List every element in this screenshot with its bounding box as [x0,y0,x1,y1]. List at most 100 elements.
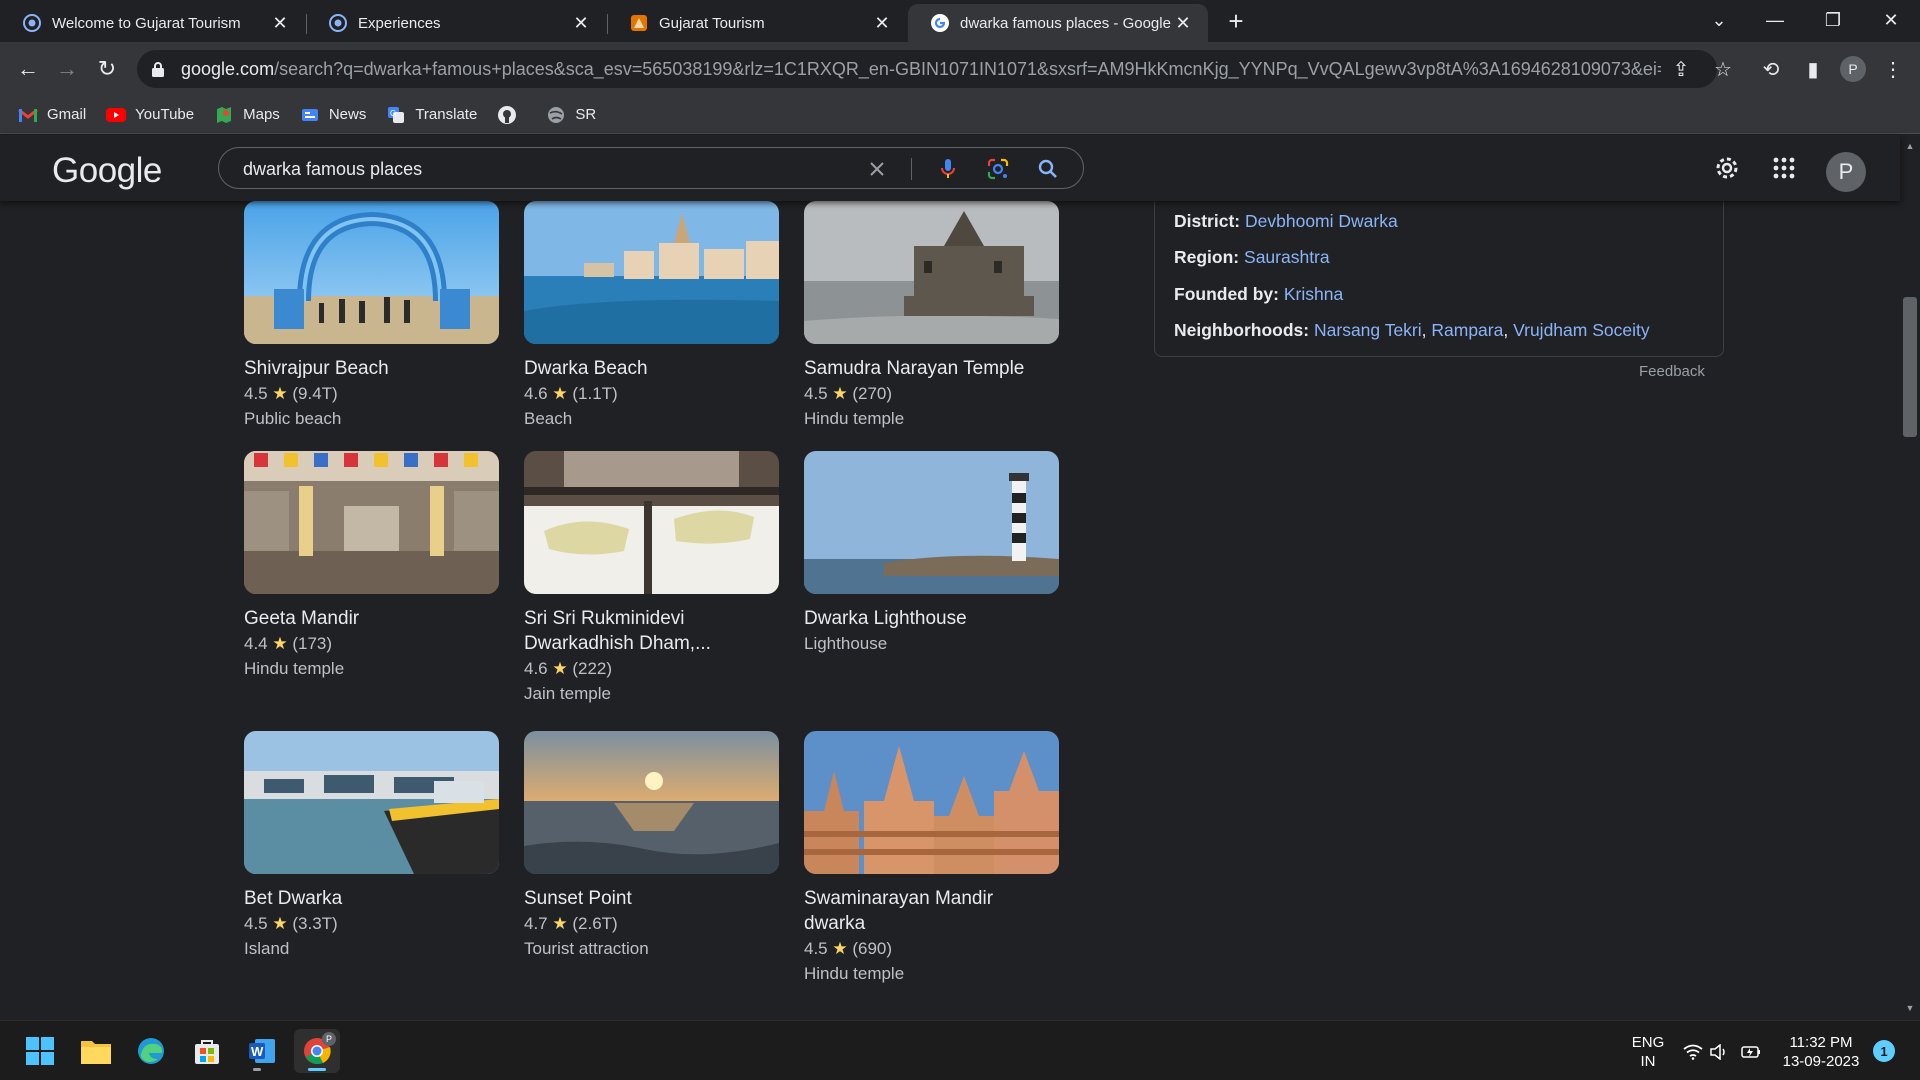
bookmark-star-icon[interactable]: ☆ [1708,54,1738,84]
place-card-sunset-point[interactable]: Sunset Point 4.7 ★ (2.6T) Tourist attrac… [524,731,779,961]
tab-google-search[interactable]: dwarka famous places - Google S ✕ [908,4,1208,42]
microsoft-store-icon[interactable] [184,1029,230,1073]
tab-search-chevron-icon[interactable]: ⌄ [1690,0,1748,40]
close-icon[interactable]: ✕ [570,12,592,34]
minimize-icon[interactable]: — [1746,0,1804,40]
kp-link-krishna[interactable]: Krishna [1284,284,1343,304]
running-indicator [253,1068,261,1071]
address-bar[interactable]: google.com/search?q=dwarka+famous+places… [137,50,1717,88]
search-input[interactable] [243,158,843,180]
apps-grid-icon[interactable] [1768,152,1800,184]
star-icon: ★ [272,914,288,933]
google-lens-icon[interactable] [985,156,1011,182]
tab-experiences[interactable]: Experiences ✕ [306,4,606,42]
search-divider [911,158,912,180]
place-rating: 4.5 ★ (3.3T) [244,911,499,936]
tab-gujarat-tourism[interactable]: Gujarat Tourism ✕ [607,4,907,42]
menu-dots-icon[interactable]: ⋮ [1878,54,1908,84]
search-icon[interactable] [1035,156,1061,182]
kp-link-narsang-tekri[interactable]: Narsang Tekri [1314,320,1422,340]
microphone-icon[interactable] [935,156,961,182]
bookmark-gmail[interactable]: Gmail [18,105,86,125]
place-photo-rukminidevi-dwarkadhish-dham [524,451,779,594]
kp-link-saurashtra[interactable]: Saurashtra [1244,247,1330,267]
kp-link-vrujdham-soceity[interactable]: Vrujdham Soceity [1513,320,1650,340]
rating-value: 4.6 [524,384,548,403]
place-card-dwarka-beach[interactable]: Dwarka Beach 4.6 ★ (1.1T) Beach [524,201,779,431]
feedback-link[interactable]: Feedback [1639,363,1705,380]
lock-icon [152,62,164,77]
bookmark-youtube[interactable]: YouTube [106,105,194,125]
clock[interactable]: 11:32 PM 13-09-2023 [1778,1033,1864,1071]
google-account-avatar[interactable]: P [1826,152,1866,192]
restore-icon[interactable]: ❐ [1804,0,1862,40]
page-scrollbar[interactable]: ▲ ▼ [1900,135,1920,1020]
battery-charging-icon[interactable] [1740,1041,1762,1063]
file-explorer-icon[interactable] [73,1029,119,1073]
tab-welcome-to-gujarat-tourism[interactable]: Welcome to Gujarat Tourism ✕ [0,4,305,42]
extensions-icon[interactable]: ⟲ [1756,54,1786,84]
new-tab-button[interactable]: + [1222,8,1250,36]
bookmark-news[interactable]: News [300,105,366,125]
place-photo-dwarka-beach [524,201,779,344]
close-window-icon[interactable]: ✕ [1862,0,1920,40]
edge-browser-icon[interactable] [128,1029,174,1073]
notification-badge[interactable]: 1 [1873,1040,1895,1062]
place-type: Hindu temple [804,964,905,983]
place-photo-shivrajpur-beach [244,201,499,344]
profile-avatar[interactable]: P [1840,56,1866,82]
close-icon[interactable]: ✕ [269,12,291,34]
scroll-up-arrow-icon[interactable]: ▲ [1905,141,1915,151]
chrome-browser-icon[interactable]: P [294,1029,340,1073]
place-name: Sri Sri Rukminidevi Dwarkadhish Dham,... [524,608,711,654]
windows-start-icon[interactable] [17,1029,63,1073]
close-icon[interactable]: ✕ [1172,12,1194,34]
svg-text:G: G [390,109,396,118]
windows-taskbar: W P ENG IN 11:32 PM 13-09-2023 1 [0,1020,1920,1080]
reload-icon[interactable]: ↻ [91,53,123,85]
search-box[interactable] [218,147,1084,189]
close-icon[interactable]: ✕ [871,12,893,34]
gmail-icon [18,105,38,125]
rating-value: 4.4 [244,634,268,653]
github-icon [497,105,517,125]
clock-time: 11:32 PM [1789,1034,1853,1051]
google-logo[interactable]: Google [52,151,162,191]
microsoft-word-icon[interactable]: W [239,1029,285,1073]
review-count: (3.3T) [292,914,338,933]
review-count: (2.6T) [572,914,618,933]
wifi-icon[interactable] [1682,1041,1704,1063]
scroll-down-arrow-icon[interactable]: ▼ [1905,1003,1915,1013]
bookmark-label: Maps [243,106,280,123]
bookmark-github[interactable] [497,105,526,125]
star-icon: ★ [552,384,568,403]
bookmark-maps[interactable]: Maps [214,105,280,125]
volume-icon[interactable] [1708,1041,1730,1063]
language-indicator[interactable]: ENG IN [1628,1033,1668,1071]
bookmark-translate[interactable]: G Translate [386,105,477,125]
place-name: Dwarka Beach [524,358,648,379]
kp-row-district: District: Devbhoomi Dwarka [1174,211,1398,232]
place-card-swaminarayan-mandir[interactable]: Swaminarayan Mandir dwarka 4.5 ★ (690) H… [804,731,1059,986]
place-card-bet-dwarka[interactable]: Bet Dwarka 4.5 ★ (3.3T) Island [244,731,499,961]
bookmarks-bar: Gmail YouTube Maps News G Translate SR [0,96,1920,134]
side-panel-icon[interactable]: ▮ [1798,54,1828,84]
bookmark-sr[interactable]: SR [546,105,596,125]
kp-link-devbhoomi-dwarka[interactable]: Devbhoomi Dwarka [1245,211,1398,231]
chrome-profile-badge: P [322,1032,336,1046]
scrollbar-thumb[interactable] [1903,297,1917,437]
tab-title: Welcome to Gujarat Tourism [52,14,241,32]
settings-gear-icon[interactable] [1711,152,1743,184]
share-icon[interactable]: ⇪ [1666,54,1696,84]
clear-search-icon[interactable] [864,156,890,182]
back-arrow-icon[interactable]: ← [12,53,44,85]
star-icon: ★ [552,914,568,933]
place-card-shivrajpur-beach[interactable]: Shivrajpur Beach 4.5 ★ (9.4T) Public bea… [244,201,499,431]
place-card-rukminidevi-dwarkadhish-dham[interactable]: Sri Sri Rukminidevi Dwarkadhish Dham,...… [524,451,779,706]
forward-arrow-icon[interactable]: → [51,53,83,85]
place-card-samudra-narayan-temple[interactable]: Samudra Narayan Temple 4.5 ★ (270) Hindu… [804,201,1059,431]
url-host: google.com [181,58,275,79]
place-card-dwarka-lighthouse[interactable]: Dwarka Lighthouse Lighthouse [804,451,1059,656]
kp-link-rampara[interactable]: Rampara [1431,320,1503,340]
place-card-geeta-mandir[interactable]: Geeta Mandir 4.4 ★ (173) Hindu temple [244,451,499,681]
